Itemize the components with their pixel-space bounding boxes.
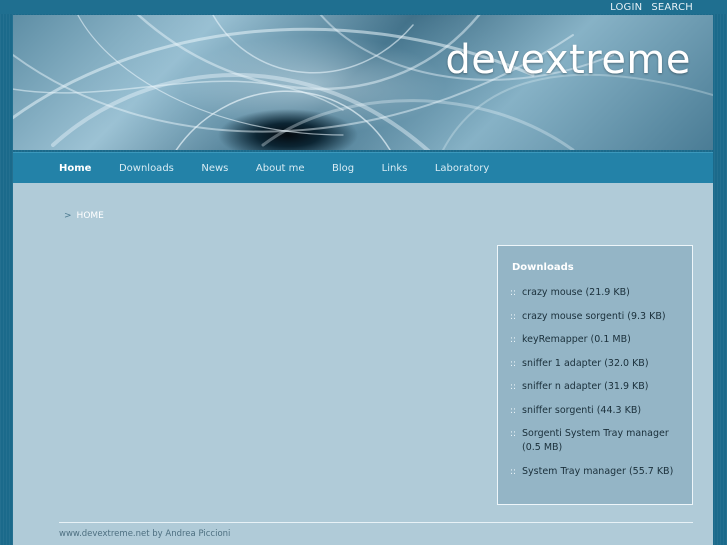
bullet-icon: ::	[510, 405, 517, 416]
breadcrumb-separator: >	[64, 211, 72, 221]
list-item: :: crazy mouse (21.9 KB)	[510, 286, 686, 300]
footer-credit: www.devextreme.net by Andrea Piccioni	[59, 529, 231, 539]
nav-item-about-me[interactable]: About me	[256, 163, 305, 174]
download-link[interactable]: crazy mouse (21.9 KB)	[522, 286, 630, 300]
bullet-icon: ::	[510, 429, 517, 439]
login-link[interactable]: LOGIN	[610, 2, 642, 13]
site-title: devextreme	[445, 37, 691, 83]
bullet-icon: ::	[510, 358, 517, 369]
main-navigation: Home Downloads News About me Blog Links …	[13, 152, 713, 183]
download-link[interactable]: System Tray manager (55.7 KB)	[522, 465, 673, 479]
nav-menu: Home Downloads News About me Blog Links …	[59, 153, 517, 183]
nav-item-home[interactable]: Home	[59, 163, 91, 174]
download-link[interactable]: sniffer sorgenti (44.3 KB)	[522, 404, 641, 418]
list-item: :: Sorgenti System Tray manager (0.5 MB)	[510, 427, 686, 455]
nav-item-laboratory[interactable]: Laboratory	[435, 163, 489, 174]
nav-item-news[interactable]: News	[201, 163, 228, 174]
nav-item-downloads[interactable]: Downloads	[119, 163, 174, 174]
bullet-icon: ::	[510, 311, 517, 322]
top-bar: LOGIN SEARCH	[0, 0, 727, 14]
list-item: :: keyRemapper (0.1 MB)	[510, 333, 686, 347]
download-link[interactable]: crazy mouse sorgenti (9.3 KB)	[522, 310, 666, 324]
downloads-box: Downloads :: crazy mouse (21.9 KB) :: craz…	[497, 245, 693, 505]
list-item: :: sniffer sorgenti (44.3 KB)	[510, 404, 686, 418]
footer-divider	[59, 522, 693, 523]
download-link[interactable]: keyRemapper (0.1 MB)	[522, 333, 631, 347]
nav-item-links[interactable]: Links	[382, 163, 408, 174]
list-item: :: System Tray manager (55.7 KB)	[510, 465, 686, 479]
download-link[interactable]: sniffer n adapter (31.9 KB)	[522, 380, 649, 394]
downloads-box-title: Downloads	[512, 262, 574, 273]
bullet-icon: ::	[510, 288, 517, 298]
breadcrumb: > HOME	[64, 211, 104, 221]
search-link[interactable]: SEARCH	[651, 2, 693, 13]
top-links: LOGIN SEARCH	[610, 0, 693, 14]
list-item: :: sniffer 1 adapter (32.0 KB)	[510, 357, 686, 371]
nav-item-blog[interactable]: Blog	[332, 163, 354, 174]
bullet-icon: ::	[510, 382, 517, 392]
bullet-icon: ::	[510, 466, 517, 477]
header-banner: devextreme	[13, 15, 713, 150]
download-link[interactable]: sniffer 1 adapter (32.0 KB)	[522, 357, 649, 371]
breadcrumb-current: HOME	[76, 211, 104, 221]
download-link[interactable]: Sorgenti System Tray manager (0.5 MB)	[522, 427, 686, 455]
list-item: :: crazy mouse sorgenti (9.3 KB)	[510, 310, 686, 324]
bullet-icon: ::	[510, 335, 517, 345]
downloads-list: :: crazy mouse (21.9 KB) :: crazy mouse so…	[510, 286, 686, 488]
content-area: > HOME Downloads :: crazy mouse (21.9 KB) …	[13, 183, 713, 545]
list-item: :: sniffer n adapter (31.9 KB)	[510, 380, 686, 394]
